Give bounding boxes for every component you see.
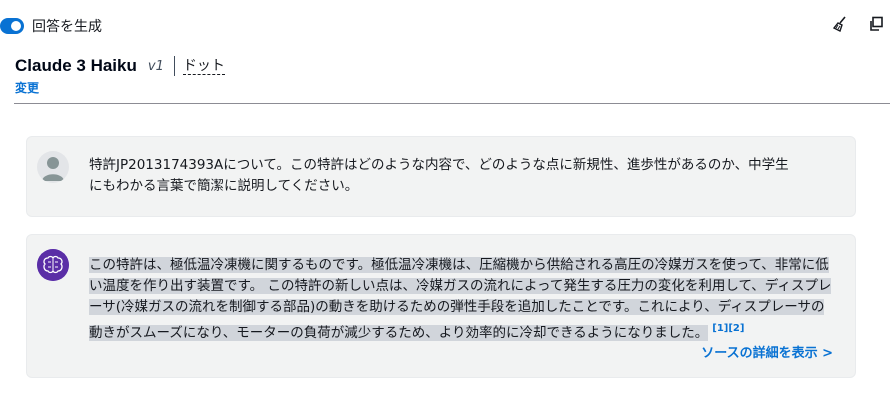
- show-source-details-link[interactable]: ソースの詳細を表示 >: [701, 342, 833, 361]
- header-divider: [14, 103, 890, 104]
- ai-brain-icon: [37, 249, 69, 281]
- divider-vertical: [173, 56, 175, 76]
- assistant-message: この特許は、極低温冷凍機に関するものです。極低温冷凍機は、圧縮機から供給される高…: [26, 234, 856, 378]
- model-mode[interactable]: ドット: [182, 58, 225, 75]
- copy-icon[interactable]: [866, 14, 886, 34]
- model-selector: Claude 3 Haiku v1 ドット: [15, 54, 225, 78]
- assistant-message-text: この特許は、極低温冷凍機に関するものです。極低温冷凍機は、圧縮機から供給される高…: [89, 255, 837, 344]
- model-name: Claude 3 Haiku: [15, 56, 137, 75]
- user-message: 特許JP2013174393Aについて。この特許はどのような内容で、どのような点…: [26, 136, 856, 217]
- citation-links[interactable]: [1][2]: [712, 323, 744, 334]
- change-model-link[interactable]: 変更: [15, 79, 39, 96]
- model-version: v1: [147, 58, 164, 74]
- broom-icon[interactable]: [830, 14, 850, 34]
- generate-answer-toggle[interactable]: [0, 18, 24, 34]
- toggle-label: 回答を生成: [32, 19, 102, 35]
- toggle-knob: [11, 21, 21, 31]
- toolbar: [830, 14, 886, 34]
- user-message-text: 特許JP2013174393Aについて。この特許はどのような内容で、どのような点…: [89, 157, 789, 194]
- generate-answer-toggle-row: 回答を生成: [0, 14, 102, 38]
- user-avatar-icon: [37, 151, 69, 183]
